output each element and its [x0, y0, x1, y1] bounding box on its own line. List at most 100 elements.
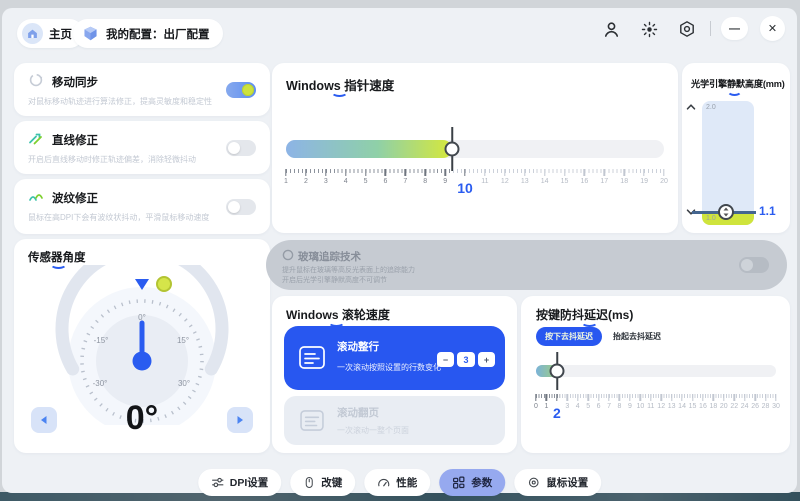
ruler-tick — [754, 394, 755, 401]
bottom-tab-bar: DPI设置 改键 性能 参数 鼠标设置 — [198, 469, 602, 496]
ruler-label: 6 — [384, 178, 388, 185]
ruler-tick — [619, 394, 620, 401]
ruler-tick — [365, 169, 366, 176]
config-cube-icon — [82, 25, 99, 42]
minimize-button[interactable]: — — [721, 17, 748, 40]
debounce-ruler: 01234567891011121314151618202224262830 — [536, 394, 776, 420]
ruler-label: 11 — [647, 403, 654, 410]
ruler-label: 20 — [660, 178, 668, 185]
theme-button[interactable] — [638, 18, 660, 40]
pointer-speed-handle[interactable] — [445, 142, 460, 157]
lift-off-min-label: 1.0 — [706, 215, 716, 222]
ruler-tick — [775, 394, 776, 401]
glass-tracking-toggle[interactable] — [739, 257, 769, 273]
ruler-tick — [305, 169, 306, 176]
ruler-tick — [640, 394, 641, 401]
wheel-option-lines[interactable]: 滚动整行 一次滚动按照设置的行数变化 − 3 + — [284, 326, 505, 390]
ruler-label: 12 — [657, 403, 665, 410]
tab-key-remap[interactable]: 改键 — [290, 469, 355, 496]
ruler-tick — [325, 169, 326, 176]
ripple-correction-card: 波纹修正 鼠标在高DPI下会有波纹状抖动，平滑鼠标移动速度 — [14, 179, 270, 234]
angle-decrease-button[interactable] — [31, 407, 57, 433]
wheel-option-title: 滚动翻页 — [337, 405, 379, 420]
sensor-angle-card: 传感器角度 0° -15° 15° -30° 30° 0° — [14, 239, 270, 453]
ruler-label: 18 — [620, 178, 628, 185]
move-sync-title: 移动同步 — [52, 74, 98, 90]
ruler-label: 2 — [304, 178, 308, 185]
tab-performance[interactable]: 性能 — [364, 469, 430, 496]
tab-mouse-settings[interactable]: 鼠标设置 — [514, 469, 601, 496]
scale-neg15: -15° — [94, 336, 109, 345]
ruler-label: 0 — [534, 403, 538, 410]
move-sync-toggle[interactable] — [226, 82, 256, 98]
mouse-icon — [303, 476, 315, 489]
ruler-label: 11 — [481, 178, 488, 185]
title-underline — [727, 86, 742, 96]
ruler-label: 6 — [597, 403, 601, 410]
home-icon — [22, 23, 43, 44]
ruler-label: 8 — [618, 403, 622, 410]
tab-dpi-settings[interactable]: DPI设置 — [198, 469, 282, 496]
chevron-up-icon[interactable] — [686, 103, 696, 111]
ruler-label: 3 — [565, 403, 569, 410]
tab-label: 参数 — [471, 475, 492, 490]
ripple-correction-toggle[interactable] — [226, 199, 256, 215]
tab-release-debounce[interactable]: 抬起去抖延迟 — [613, 327, 661, 346]
ruler-tick — [643, 169, 644, 176]
user-icon — [603, 21, 620, 38]
dpi-sliders-icon — [211, 476, 224, 489]
settings-button[interactable] — [676, 18, 698, 40]
close-button[interactable]: ✕ — [760, 16, 785, 41]
line-correction-toggle[interactable] — [226, 140, 256, 156]
ruler-tick — [765, 394, 766, 401]
ruler-tick — [285, 169, 286, 176]
ripple-correction-desc: 鼠标在高DPI下会有波纹状抖动，平滑鼠标移动速度 — [28, 212, 209, 223]
wheel-option-title: 滚动整行 — [337, 339, 379, 354]
ruler-tick — [692, 394, 693, 401]
ruler-tick — [544, 169, 545, 176]
lift-off-handle[interactable] — [718, 204, 734, 220]
scale-15: 15° — [177, 336, 189, 345]
ruler-tick — [567, 394, 568, 401]
debounce-handle[interactable] — [550, 364, 565, 379]
scale-neg30: -30° — [93, 379, 108, 388]
ruler-label: 4 — [576, 403, 580, 410]
ruler-tick — [556, 394, 557, 401]
ruler-label: 19 — [640, 178, 648, 185]
ruler-label: 7 — [607, 403, 611, 410]
account-button[interactable] — [600, 18, 622, 40]
ruler-tick — [671, 394, 672, 401]
stepper-minus-button[interactable]: − — [437, 352, 454, 367]
tab-press-debounce[interactable]: 按下去抖延迟 — [536, 327, 602, 346]
brightness-icon — [641, 21, 658, 38]
ruler-label: 13 — [521, 178, 529, 185]
tab-parameters[interactable]: 参数 — [439, 469, 505, 496]
ruler-label: 15 — [689, 403, 697, 410]
ruler-tick — [524, 169, 525, 176]
ruler-tick — [385, 169, 386, 176]
wheel-option-page[interactable]: 滚动翻页 一次滚动一整个页面 — [284, 396, 505, 445]
ruler-label: 12 — [501, 178, 509, 185]
ruler-label: 1 — [284, 178, 288, 185]
gauge-lime-dot — [157, 277, 171, 291]
move-sync-card: 移动同步 对鼠标移动轨迹进行算法修正，提高灵敏度和稳定性 — [14, 63, 270, 116]
title-underline — [581, 317, 598, 327]
ruler-tick — [734, 394, 735, 401]
ruler-tick — [650, 394, 651, 401]
config-button[interactable]: 我的配置：出厂配置 — [73, 19, 223, 48]
stepper-plus-button[interactable]: + — [478, 352, 495, 367]
debounce-track[interactable] — [536, 365, 776, 377]
arrow-right-icon — [235, 415, 245, 425]
scroll-lines-icon — [299, 346, 325, 369]
ruler-label: 10 — [636, 403, 644, 410]
angle-increase-button[interactable] — [227, 407, 253, 433]
titlebar-divider — [710, 21, 711, 36]
grid-icon — [452, 476, 465, 489]
pointer-speed-fill — [286, 140, 452, 158]
pointer-speed-ruler: 1234567891011121314151617181920 — [286, 169, 664, 199]
ruler-tick — [535, 394, 536, 401]
tab-label: 改键 — [321, 475, 342, 490]
stepper-value: 3 — [457, 352, 475, 367]
gear-icon — [678, 20, 696, 38]
ruler-tick — [464, 169, 465, 176]
